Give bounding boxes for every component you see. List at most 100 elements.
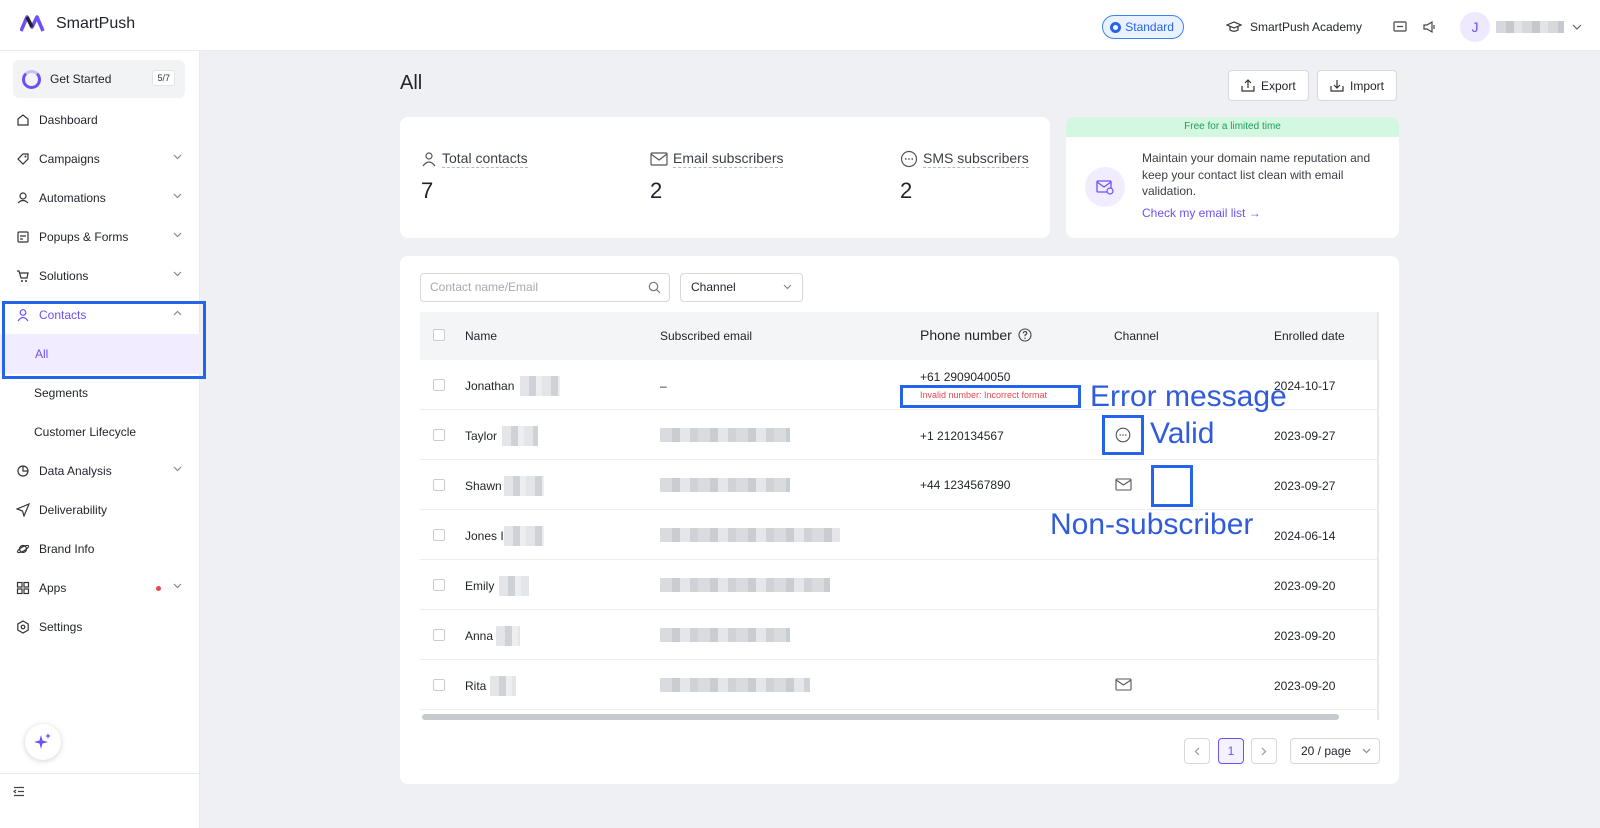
contact-phone: +61 2909040050 (920, 370, 1011, 384)
get-started-progress: 5/7 (152, 70, 175, 86)
plan-badge[interactable]: Standard (1102, 15, 1184, 39)
contact-phone: +1 2120134567 (920, 429, 1004, 443)
user-avatar[interactable]: J (1460, 12, 1490, 42)
row-checkbox[interactable] (433, 529, 445, 541)
channel-filter-select[interactable]: Channel (680, 273, 803, 302)
horizontal-scrollbar[interactable] (422, 714, 1339, 720)
check-email-list-link[interactable]: Check my email list → (1142, 206, 1261, 220)
enrolled-date: 2023-09-27 (1274, 479, 1336, 493)
ai-assistant-button[interactable] (25, 724, 61, 760)
search-icon[interactable] (648, 281, 661, 294)
chat-bubble-icon (900, 150, 918, 168)
graduation-cap-icon (1225, 21, 1242, 32)
sidebar-item-popups-forms[interactable]: Popups & Forms (0, 217, 200, 257)
enrolled-date: 2023-09-20 (1274, 629, 1336, 643)
table-row[interactable]: Emily 2023-09-20 (420, 560, 1379, 610)
table-row[interactable]: Taylor +1 2120134567 2023-09-27 (420, 410, 1379, 460)
stat-label: SMS subscribers (923, 150, 1029, 168)
column-header-phone[interactable]: Phone number (920, 327, 1032, 343)
import-button[interactable]: Import (1317, 70, 1398, 101)
form-icon (15, 230, 30, 245)
redacted-surname (496, 626, 520, 646)
export-button[interactable]: Export (1228, 70, 1309, 101)
page-button-1[interactable]: 1 (1218, 738, 1244, 764)
sidebar-item-deliverability[interactable]: Deliverability (0, 490, 200, 530)
sidebar-subitem-all[interactable]: All (0, 334, 200, 374)
row-checkbox[interactable] (433, 629, 445, 641)
sidebar-item-contacts[interactable]: Contacts (0, 295, 200, 335)
tag-icon (15, 152, 30, 167)
contact-name[interactable]: Jonathan (465, 379, 514, 393)
contact-name[interactable]: Emily (465, 579, 494, 593)
table-row[interactable]: Anna 2023-09-20 (420, 610, 1379, 660)
column-header-enrolled-date[interactable]: Enrolled date (1274, 329, 1345, 343)
row-checkbox[interactable] (433, 379, 445, 391)
stat-total-contacts: Total contacts 7 (421, 150, 528, 204)
stat-value: 2 (900, 178, 913, 203)
help-icon[interactable] (1018, 328, 1032, 342)
user-icon (422, 152, 436, 167)
column-header-name[interactable]: Name (465, 329, 497, 343)
chevron-down-icon (1362, 748, 1371, 754)
planet-icon (15, 542, 30, 557)
get-started-label: Get Started (50, 72, 112, 86)
mail-icon (650, 152, 668, 166)
sidebar-item-dashboard[interactable]: Dashboard (0, 100, 200, 140)
chevron-down-icon (173, 154, 182, 160)
message-icon[interactable] (1392, 19, 1408, 35)
get-started-button[interactable]: Get Started 5/7 (13, 60, 185, 98)
sidebar-item-label: Contacts (39, 308, 87, 322)
search-input[interactable]: Contact name/Email (420, 273, 670, 302)
home-icon (15, 113, 30, 128)
sidebar-item-settings[interactable]: Settings (0, 607, 200, 647)
redacted-surname (490, 676, 516, 696)
sidebar-subitem-segments[interactable]: Segments (0, 373, 200, 413)
contact-name[interactable]: Jones I (465, 529, 504, 543)
row-checkbox[interactable] (433, 679, 445, 691)
row-checkbox[interactable] (433, 479, 445, 491)
contact-name[interactable]: Anna (465, 629, 493, 643)
progress-ring-icon (22, 69, 41, 89)
academy-link[interactable]: SmartPush Academy (1225, 20, 1362, 34)
app-logo[interactable]: SmartPush (20, 15, 135, 33)
sidebar-item-data-analysis[interactable]: Data Analysis (0, 451, 200, 491)
redacted-email (660, 478, 790, 492)
sidebar-item-label: Apps (39, 581, 67, 595)
promo-banner: Free for a limited time (1066, 117, 1399, 137)
contact-name[interactable]: Shawn (465, 479, 502, 493)
page-size-select[interactable]: 20 / page (1290, 738, 1380, 764)
contact-name[interactable]: Taylor (465, 429, 497, 443)
chevron-down-icon (173, 271, 182, 277)
sidebar-item-solutions[interactable]: Solutions (0, 256, 200, 296)
sidebar-subitem-customer-lifecycle[interactable]: Customer Lifecycle (0, 412, 200, 452)
sidebar-item-brand-info[interactable]: Brand Info (0, 529, 200, 569)
stat-sms-subscribers: SMS subscribers 2 (900, 150, 1029, 204)
stat-value: 2 (650, 178, 663, 203)
chevron-down-icon[interactable] (1572, 24, 1582, 30)
row-checkbox[interactable] (433, 429, 445, 441)
row-checkbox[interactable] (433, 579, 445, 591)
sidebar-item-automations[interactable]: Automations (0, 178, 200, 218)
column-header-channel[interactable]: Channel (1114, 329, 1159, 343)
announcement-icon[interactable] (1422, 19, 1438, 35)
sidebar-item-campaigns[interactable]: Campaigns (0, 139, 200, 179)
sidebar-item-label: Solutions (39, 269, 89, 283)
redacted-email (660, 528, 840, 542)
next-page-button[interactable] (1251, 738, 1277, 764)
table-row[interactable]: Shawn +44 1234567890 2023-09-27 (420, 460, 1379, 510)
contact-name[interactable]: Rita (465, 679, 486, 693)
chevron-down-icon (173, 466, 182, 472)
table-row[interactable]: Rita 2023-09-20 (420, 660, 1379, 710)
sidebar-item-apps[interactable]: Apps (0, 568, 200, 608)
stat-email-subscribers: Email subscribers 2 (650, 150, 784, 204)
enrolled-date: 2023-09-20 (1274, 579, 1336, 593)
collapse-menu-icon[interactable] (13, 786, 25, 797)
export-icon (1241, 79, 1255, 92)
column-header-email[interactable]: Subscribed email (660, 329, 752, 343)
prev-page-button[interactable] (1184, 738, 1210, 764)
top-bar: SmartPush Standard SmartPush Academy J (0, 0, 1600, 51)
import-label: Import (1350, 78, 1385, 93)
contact-phone: +44 1234567890 (920, 478, 1011, 492)
select-all-checkbox[interactable] (433, 329, 445, 341)
valid-annotation: Valid (1150, 417, 1215, 450)
